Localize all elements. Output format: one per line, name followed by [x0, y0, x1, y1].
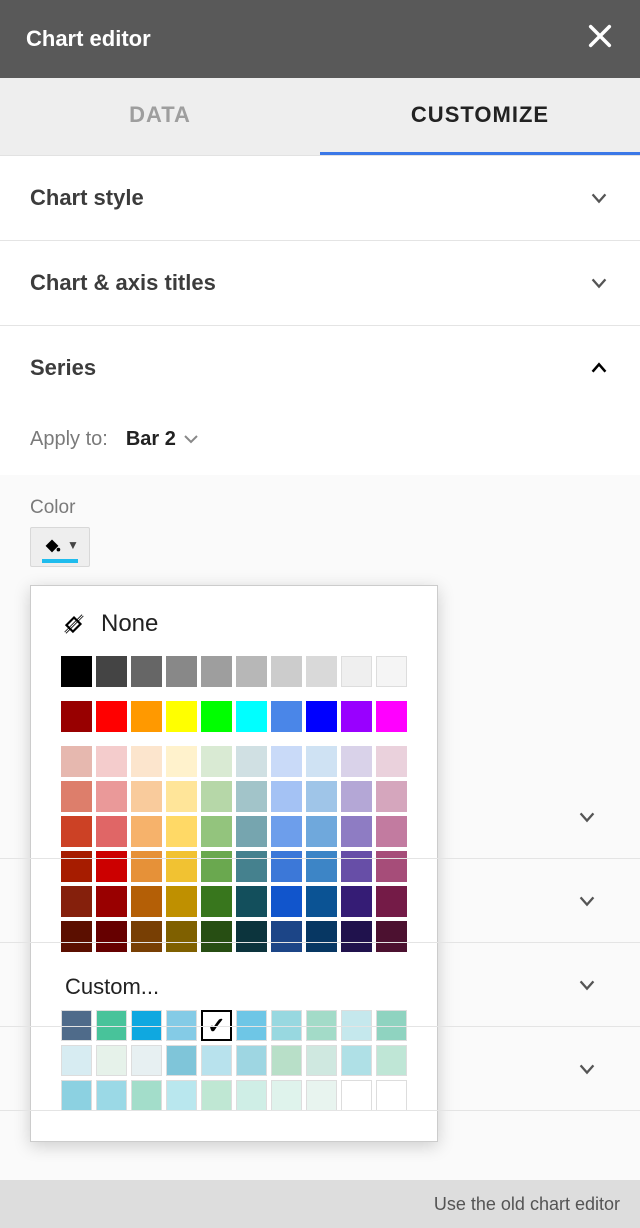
- section-collapsed[interactable]: [0, 775, 640, 859]
- color-label: Color: [30, 497, 610, 519]
- section-collapsed[interactable]: [0, 1027, 640, 1111]
- color-swatch[interactable]: [61, 656, 92, 687]
- color-swatch[interactable]: [96, 701, 127, 732]
- color-swatch[interactable]: [236, 656, 267, 687]
- section-chart-axis-titles[interactable]: Chart & axis titles: [0, 241, 640, 326]
- color-swatch[interactable]: [201, 746, 232, 777]
- color-swatch[interactable]: [201, 701, 232, 732]
- section-collapsed[interactable]: [0, 943, 640, 1027]
- close-icon[interactable]: [586, 22, 614, 56]
- dropdown-caret-icon: ▼: [67, 538, 79, 552]
- section-chart-style-label: Chart style: [30, 185, 144, 211]
- color-none-option[interactable]: None: [61, 610, 407, 638]
- grayscale-row: [61, 656, 407, 687]
- tab-customize[interactable]: CUSTOMIZE: [320, 78, 640, 155]
- shade-row: [61, 746, 407, 777]
- dropdown-caret-icon: [184, 428, 198, 451]
- bright-row: [61, 701, 407, 732]
- chevron-down-icon: [576, 1058, 598, 1080]
- color-swatch[interactable]: [376, 746, 407, 777]
- chevron-down-icon: [576, 890, 598, 912]
- section-chart-style[interactable]: Chart style: [0, 156, 640, 241]
- color-swatch[interactable]: [131, 746, 162, 777]
- color-swatch[interactable]: [341, 746, 372, 777]
- color-swatch[interactable]: [341, 656, 372, 687]
- chevron-down-icon: [576, 974, 598, 996]
- color-swatch[interactable]: [96, 656, 127, 687]
- color-swatch[interactable]: [306, 701, 337, 732]
- chevron-down-icon: [588, 272, 610, 294]
- header: Chart editor: [0, 0, 640, 78]
- color-swatch[interactable]: [271, 701, 302, 732]
- section-chart-axis-titles-label: Chart & axis titles: [30, 270, 216, 296]
- old-editor-link[interactable]: Use the old chart editor: [434, 1194, 620, 1215]
- color-none-label: None: [101, 610, 158, 638]
- apply-to-label: Apply to:: [30, 428, 108, 451]
- color-swatch[interactable]: [131, 701, 162, 732]
- color-swatch[interactable]: [201, 656, 232, 687]
- footer: Use the old chart editor: [0, 1180, 640, 1228]
- no-color-icon: [61, 611, 87, 637]
- color-swatch[interactable]: [166, 746, 197, 777]
- color-swatch[interactable]: [341, 701, 372, 732]
- apply-to-dropdown[interactable]: Bar 2: [126, 428, 198, 451]
- fill-color-button[interactable]: ▼: [30, 527, 90, 567]
- color-swatch[interactable]: [166, 701, 197, 732]
- section-collapsed[interactable]: [0, 859, 640, 943]
- color-swatch[interactable]: [271, 746, 302, 777]
- section-series-label: Series: [30, 355, 96, 381]
- color-swatch[interactable]: [131, 656, 162, 687]
- section-series-header[interactable]: Series: [0, 326, 640, 410]
- chevron-down-icon: [576, 806, 598, 828]
- color-swatch[interactable]: [61, 746, 92, 777]
- color-swatch[interactable]: [376, 656, 407, 687]
- apply-to-value: Bar 2: [126, 428, 176, 451]
- color-swatch[interactable]: [376, 701, 407, 732]
- color-swatch[interactable]: [236, 746, 267, 777]
- color-swatch[interactable]: [61, 701, 92, 732]
- tab-data[interactable]: DATA: [0, 78, 320, 155]
- paint-bucket-icon: [41, 534, 63, 556]
- color-swatch[interactable]: [96, 746, 127, 777]
- color-swatch[interactable]: [166, 656, 197, 687]
- chevron-down-icon: [588, 187, 610, 209]
- color-swatch[interactable]: [306, 656, 337, 687]
- color-swatch[interactable]: [271, 656, 302, 687]
- section-series: Series Apply to: Bar 2: [0, 326, 640, 475]
- tab-bar: DATA CUSTOMIZE: [0, 78, 640, 156]
- header-title: Chart editor: [26, 26, 151, 52]
- chevron-up-icon: [588, 357, 610, 379]
- current-color-indicator: [42, 559, 78, 563]
- color-swatch[interactable]: [306, 746, 337, 777]
- color-swatch[interactable]: [236, 701, 267, 732]
